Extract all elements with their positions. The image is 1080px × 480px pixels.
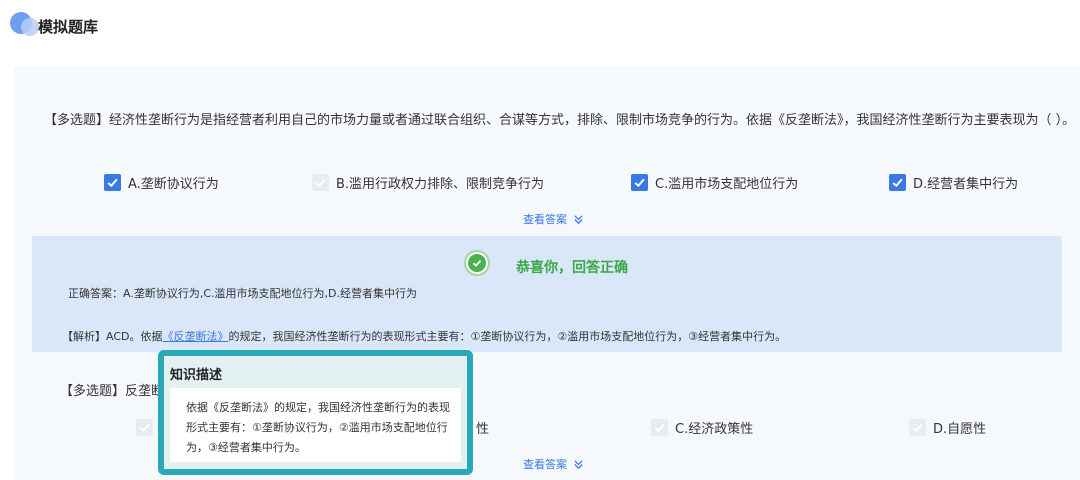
page-header: 模拟题库 [0, 0, 1080, 60]
check-icon[interactable] [136, 418, 153, 436]
page-title: 模拟题库 [38, 18, 99, 36]
see-answer-button-2[interactable]: 查看答案 [523, 456, 584, 472]
check-icon[interactable] [104, 173, 121, 191]
analysis-text: 【解析】ACD。依据《反垄断法》的规定，我国经济性垄断行为的表现形式主要有：①垄… [62, 328, 786, 344]
popup-title: 知识描述 [170, 368, 223, 383]
check-circle-icon [464, 250, 490, 276]
check-icon[interactable] [889, 173, 906, 191]
check-icon[interactable] [909, 418, 926, 436]
question-text: 【多选题】经济性垄断行为是指经营者利用自己的市场力量或者通过联合组织、合谋等方式… [44, 113, 1076, 128]
q2-option-d[interactable]: D.自愿性 [909, 417, 986, 437]
q2-option-b[interactable]: 性 [476, 417, 489, 437]
option-a[interactable]: A.垄断协议行为 [104, 172, 219, 192]
analysis-suffix: 的规定，我国经济性垄断行为的表现形式主要有：①垄断协议行为，②滥用市场支配地位行… [228, 330, 787, 343]
double-chevron-down-icon [574, 459, 583, 469]
see-answer-label: 查看答案 [523, 213, 567, 226]
see-answer-label: 查看答案 [523, 458, 567, 471]
option-label: C.滥用市场支配地位行为 [655, 176, 799, 192]
option-label: 性 [476, 421, 490, 437]
see-answer-button[interactable]: 查看答案 [523, 211, 584, 227]
popup-body: 依据《反垄断法》的规定，我国经济性垄断行为的表现形式主要有：①垄断协议行为，②滥… [170, 388, 461, 462]
option-label: D.自愿性 [933, 421, 987, 437]
q2-option-c[interactable]: C.经济政策性 [651, 417, 753, 437]
option-b[interactable]: B.滥用行政权力排除、限制竞争行为 [312, 172, 544, 192]
option-label: C.经济政策性 [675, 421, 754, 437]
q2-option-a[interactable] [136, 417, 160, 437]
logo-icon-overlay [21, 18, 39, 36]
check-icon[interactable] [651, 418, 668, 436]
question2-text: 【多选题】反垄断 [60, 384, 165, 399]
option-c[interactable]: C.滥用市场支配地位行为 [631, 172, 798, 192]
option-label: B.滥用行政权力排除、限制竞争行为 [336, 176, 545, 192]
analysis-prefix: 【解析】ACD。依据 [62, 330, 163, 343]
option-label: D.经营者集中行为 [913, 176, 1019, 192]
law-link[interactable]: 《反垄断法》 [162, 330, 228, 343]
knowledge-popup: 知识描述 依据《反垄断法》的规定，我国经济性垄断行为的表现形式主要有：①垄断协议… [158, 350, 473, 475]
check-icon[interactable] [312, 173, 329, 191]
option-label: A.垄断协议行为 [128, 176, 219, 192]
check-icon[interactable] [631, 173, 648, 191]
correct-answer-text: 正确答案：A.垄断协议行为,C.滥用市场支配地位行为,D.经营者集中行为 [68, 287, 417, 300]
success-message: 恭喜你，回答正确 [516, 260, 628, 276]
option-d[interactable]: D.经营者集中行为 [889, 172, 1018, 192]
double-chevron-down-icon [574, 214, 583, 224]
